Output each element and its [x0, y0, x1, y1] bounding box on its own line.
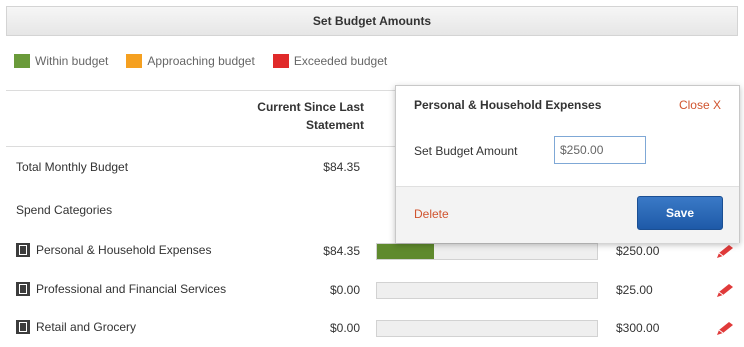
category-current-amount: $84.35 [323, 244, 360, 258]
category-budget-amount: $300.00 [616, 321, 660, 335]
category-row-professional-financial: Professional and Financial Services [16, 282, 226, 296]
spend-categories-label: Spend Categories [16, 203, 113, 217]
within-budget-swatch [14, 54, 30, 68]
approaching-budget-swatch [126, 54, 143, 68]
building-icon [16, 243, 30, 257]
popup-footer: Delete Save [396, 186, 739, 243]
header-line-1: Current Since Last [257, 100, 364, 114]
category-current-amount: $0.00 [329, 321, 360, 335]
legend-within-budget: Within budget [14, 54, 108, 68]
popup-title: Personal & Household Expenses [414, 98, 602, 112]
category-budget-amount: $25.00 [616, 283, 653, 297]
category-progress-bar [376, 243, 598, 260]
current-since-last-statement-header: Current Since Last Statement [236, 98, 364, 134]
budget-amount-input[interactable] [554, 136, 646, 164]
dialog-title: Set Budget Amounts [312, 14, 432, 28]
category-progress-bar [376, 320, 598, 337]
budget-amount-label: Set Budget Amount [414, 144, 518, 158]
category-current-amount: $0.00 [329, 283, 360, 297]
category-budget-amount: $250.00 [616, 244, 660, 258]
category-progress-bar [376, 282, 598, 299]
progress-fill [377, 244, 435, 259]
close-button[interactable]: Close X [679, 98, 721, 112]
category-label: Retail and Grocery [36, 320, 137, 334]
set-budget-popup: Personal & Household Expenses Close X Se… [395, 85, 740, 243]
legend-label: Within budget [35, 54, 109, 68]
briefcase-icon [16, 282, 30, 296]
store-icon [16, 320, 30, 334]
legend-label: Approaching budget [147, 54, 255, 68]
pencil-icon[interactable] [714, 320, 736, 338]
category-label: Professional and Financial Services [36, 282, 227, 296]
category-label: Personal & Household Expenses [36, 243, 212, 257]
dialog-title-bar: Set Budget Amounts [6, 6, 738, 36]
save-button[interactable]: Save [637, 196, 723, 230]
legend-label: Exceeded budget [293, 54, 388, 68]
delete-button[interactable]: Delete [414, 207, 449, 221]
category-row-personal-household: Personal & Household Expenses [16, 243, 211, 257]
legend-approaching-budget: Approaching budget [126, 54, 255, 68]
exceeded-budget-swatch [272, 54, 289, 68]
pencil-icon[interactable] [714, 243, 736, 261]
header-line-2: Statement [305, 118, 364, 132]
pencil-icon[interactable] [714, 282, 736, 300]
total-monthly-budget-label: Total Monthly Budget [16, 160, 129, 174]
category-row-retail-grocery: Retail and Grocery [16, 320, 136, 334]
legend-exceeded-budget: Exceeded budget [272, 54, 388, 68]
total-monthly-budget-amount: $84.35 [323, 160, 360, 174]
budget-legend: Within budget Approaching budget Exceede… [14, 54, 405, 68]
